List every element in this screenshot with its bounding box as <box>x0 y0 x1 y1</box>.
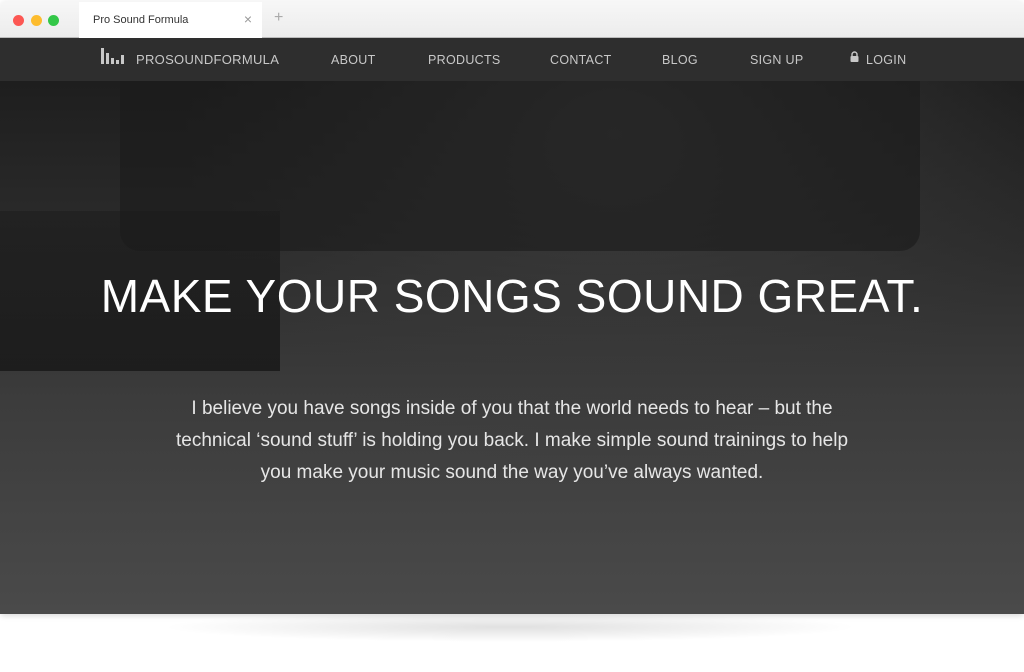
close-tab-icon[interactable]: × <box>244 11 252 27</box>
logo-bars-icon[interactable] <box>101 48 124 64</box>
logo-text[interactable]: PROSOUNDFORMULA <box>136 52 279 67</box>
nav-contact[interactable]: CONTACT <box>550 53 612 67</box>
nav-login[interactable]: LOGIN <box>866 53 906 67</box>
tab-title: Pro Sound Formula <box>93 14 189 26</box>
nav-sign-up[interactable]: SIGN UP <box>750 53 804 67</box>
window-shadow <box>160 612 860 642</box>
nav-products[interactable]: PRODUCTS <box>428 53 501 67</box>
site-nav: PROSOUNDFORMULA ABOUT PRODUCTS CONTACT B… <box>0 38 1024 81</box>
hero-background <box>0 81 1024 614</box>
nav-blog[interactable]: BLOG <box>662 53 698 67</box>
lock-icon <box>850 51 859 65</box>
hero-title: MAKE YOUR SONGS SOUND GREAT. <box>100 270 924 322</box>
tab-bar: Pro Sound Formula × + <box>0 0 1024 38</box>
new-tab-button[interactable]: + <box>274 9 283 27</box>
maximize-window-button[interactable] <box>48 15 59 26</box>
hero-text: I believe you have songs inside of you t… <box>175 398 849 483</box>
minimize-window-button[interactable] <box>31 15 42 26</box>
nav-about[interactable]: ABOUT <box>331 53 376 67</box>
browser-tab[interactable]: Pro Sound Formula × <box>79 2 262 38</box>
close-window-button[interactable] <box>13 15 24 26</box>
